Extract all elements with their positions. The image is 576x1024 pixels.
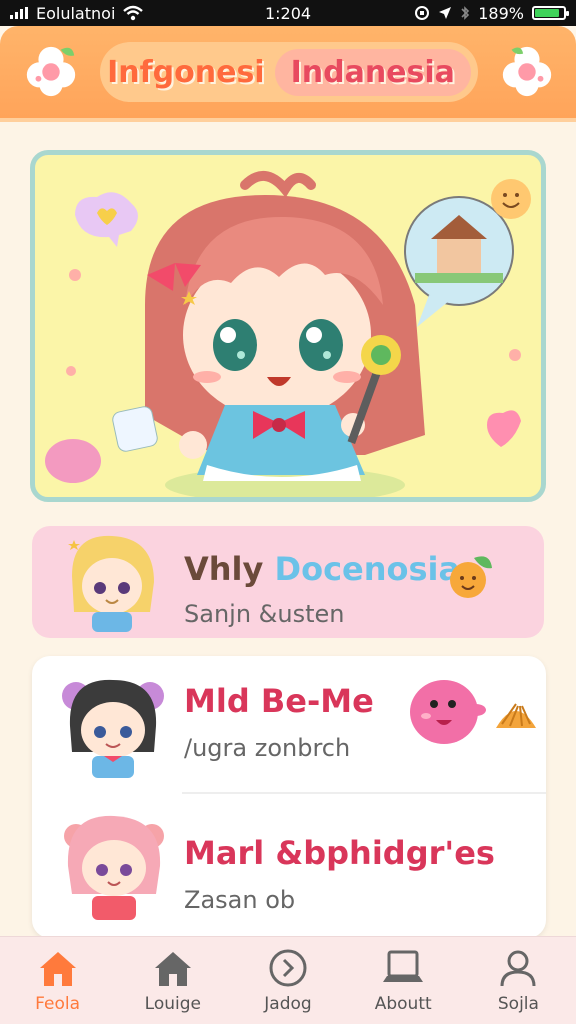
battery-icon xyxy=(532,6,569,20)
bottom-nav: Feola Louige Jadog Aboutt Sojla xyxy=(0,936,576,1024)
title-right: Indanesia xyxy=(274,48,471,96)
nav-label: Aboutt xyxy=(374,994,432,1014)
status-right: 189% xyxy=(414,3,569,23)
nav-item-sojla[interactable]: Sojla xyxy=(461,937,576,1024)
hero-banner[interactable] xyxy=(30,150,546,502)
lock-rotation-icon xyxy=(415,6,430,20)
nav-item-louige[interactable]: Louige xyxy=(115,937,230,1024)
list-item[interactable]: Marl &bphidgr'es Zasan ob xyxy=(32,796,546,938)
battery-percent: 189% xyxy=(478,3,524,23)
list-divider xyxy=(182,792,546,794)
pink-creature-icon xyxy=(410,680,486,744)
featured-title: Vhly Docenosia xyxy=(184,550,460,588)
smiley-fruit-icon xyxy=(450,556,492,598)
location-icon xyxy=(439,7,452,19)
heart-bubble-icon xyxy=(75,192,138,247)
avatar-pink-hair xyxy=(64,815,164,920)
featured-card[interactable]: Vhly Docenosia Sanjn &usten xyxy=(32,526,544,638)
battery-fill xyxy=(535,9,559,17)
list-item[interactable]: Mld Be-Me /ugra zonbrch xyxy=(32,656,546,792)
nav-label: Jadog xyxy=(264,994,312,1014)
nav-label: Louige xyxy=(144,994,201,1014)
chevron-circle-icon xyxy=(269,949,307,987)
app-frame: Infgonesi Indanesia Vhly Docenosia Sanjn… xyxy=(0,26,576,1024)
list-item-title: Mld Be-Me xyxy=(184,682,374,720)
signal-icon xyxy=(10,7,28,19)
avatar-blonde xyxy=(68,535,154,632)
featured-title-part2: Docenosia xyxy=(274,550,461,588)
flower-icon-right[interactable] xyxy=(498,42,556,100)
list-item-title: Marl &bphidgr'es xyxy=(184,834,495,872)
status-left: Eolulatnoi xyxy=(10,3,144,23)
nav-item-jadog[interactable]: Jadog xyxy=(230,937,345,1024)
shell-icon xyxy=(496,703,536,728)
app-header: Infgonesi Indanesia xyxy=(0,26,576,122)
flower-icon[interactable] xyxy=(22,42,80,100)
bluetooth-icon xyxy=(461,6,470,20)
list-item-subtitle: /ugra zonbrch xyxy=(184,734,351,762)
laptop-icon xyxy=(383,950,424,982)
carrier-name: Eolulatnoi xyxy=(36,3,116,23)
featured-subtitle: Sanjn &usten xyxy=(184,600,345,628)
house-icon xyxy=(154,952,191,986)
featured-title-part1: Vhly xyxy=(184,550,275,588)
list-item-subtitle: Zasan ob xyxy=(184,886,296,914)
nav-item-feola[interactable]: Feola xyxy=(0,937,115,1024)
avatar-dark-hair xyxy=(62,679,164,778)
nav-label: Feola xyxy=(35,994,81,1014)
thought-bubble-icon xyxy=(404,179,531,327)
nav-item-aboutt[interactable]: Aboutt xyxy=(346,937,461,1024)
user-icon xyxy=(500,950,536,987)
status-bar: Eolulatnoi 1:204 189% xyxy=(0,0,576,26)
header-title: Infgonesi Indanesia xyxy=(100,42,478,102)
character-list: Mld Be-Me /ugra zonbrch Marl &bphidgr'es… xyxy=(32,656,546,938)
hero-illustration xyxy=(45,171,531,497)
home-icon xyxy=(39,952,76,986)
title-left: Infgonesi xyxy=(107,54,265,90)
nav-label: Sojla xyxy=(497,994,539,1014)
wifi-icon xyxy=(123,5,144,21)
